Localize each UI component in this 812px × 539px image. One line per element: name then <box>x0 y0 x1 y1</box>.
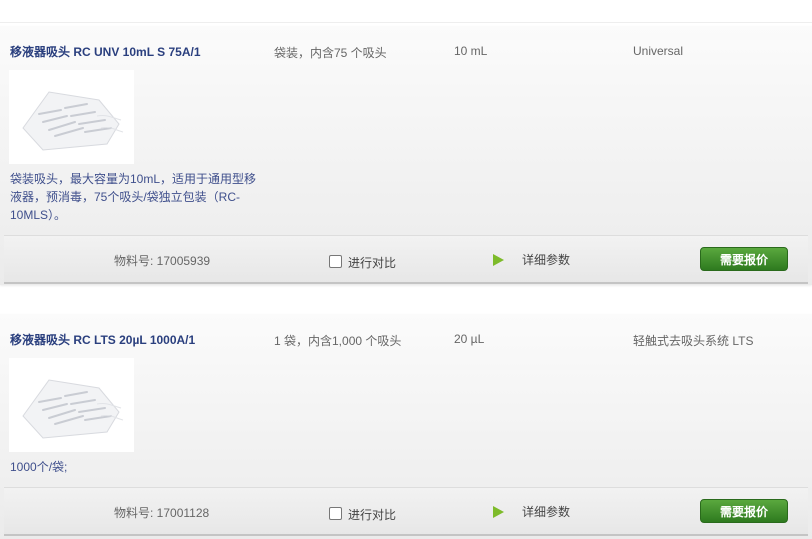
pipette-tips-bag-image <box>22 91 124 151</box>
compare-toggle[interactable]: 进行对比 <box>329 503 396 523</box>
product-card: 移液器吸头 RC LTS 20µL 1000A/1 1 袋，内含1,000 个吸… <box>0 314 812 539</box>
top-strip <box>0 0 812 23</box>
details-label: 详细参数 <box>522 253 571 267</box>
product-description: 袋装吸头，最大容量为10mL，适用于通用型移液器，预消毒，75个吸头/袋独立包装… <box>10 172 257 222</box>
product-action-bar: 物料号: 17001128 进行对比 详细参数 需要报价 <box>4 487 808 536</box>
details-link[interactable]: 详细参数 <box>493 503 570 520</box>
details-link[interactable]: 详细参数 <box>493 251 570 268</box>
product-card: 移液器吸头 RC UNV 10mL S 75A/1 袋装，内含75 个吸头 10… <box>0 26 812 285</box>
system-text: Universal <box>633 44 684 58</box>
compare-label: 进行对比 <box>348 508 397 522</box>
volume-text: 20 µL <box>454 332 485 346</box>
compare-label: 进行对比 <box>348 256 397 270</box>
compare-checkbox[interactable] <box>329 254 342 268</box>
product-thumbnail[interactable] <box>9 70 134 164</box>
product-thumbnail[interactable] <box>9 358 134 452</box>
play-triangle-icon <box>493 253 504 266</box>
volume-text: 10 mL <box>454 44 488 58</box>
compare-checkbox[interactable] <box>329 506 342 520</box>
pipette-tips-bag-image <box>22 379 124 439</box>
packaging-text: 1 袋，内含1,000 个吸头 <box>274 334 402 348</box>
system-text: 轻触式去吸头系统 LTS <box>633 334 754 348</box>
product-description: 1000个/袋; <box>10 460 68 474</box>
product-title[interactable]: 移液器吸头 RC LTS 20µL 1000A/1 <box>10 331 195 348</box>
part-number: 物料号: 17005939 <box>114 254 211 268</box>
product-action-bar: 物料号: 17005939 进行对比 详细参数 需要报价 <box>4 235 808 284</box>
part-number: 物料号: 17001128 <box>114 506 210 520</box>
packaging-text: 袋装，内含75 个吸头 <box>274 46 387 60</box>
play-triangle-icon <box>493 505 504 518</box>
compare-toggle[interactable]: 进行对比 <box>329 251 396 271</box>
details-label: 详细参数 <box>522 505 571 519</box>
request-quote-button[interactable]: 需要报价 <box>700 499 788 523</box>
request-quote-button[interactable]: 需要报价 <box>700 247 788 271</box>
product-title[interactable]: 移液器吸头 RC UNV 10mL S 75A/1 <box>10 43 201 60</box>
